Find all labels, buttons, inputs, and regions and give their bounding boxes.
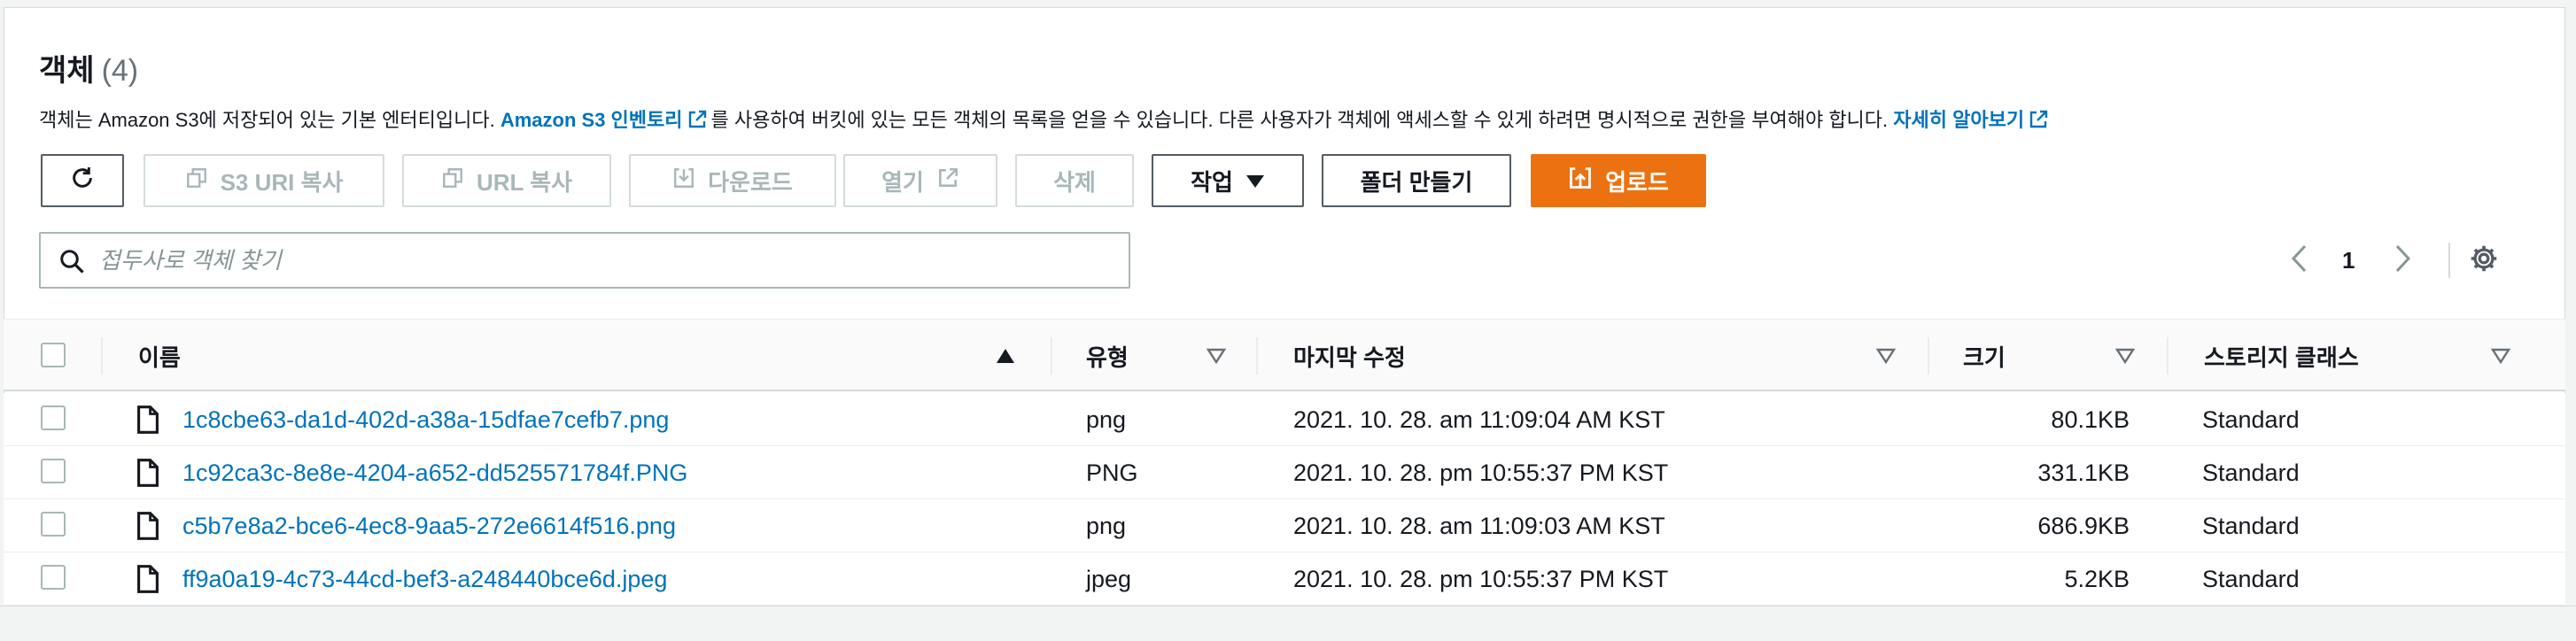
object-modified: 2021. 10. 28. am 11:09:03 AM KST [1293, 512, 1665, 539]
copy-url-label: URL 복사 [476, 168, 573, 196]
create-folder-label: 폴더 만들기 [1360, 168, 1473, 196]
description: 객체는 Amazon S3에 저장되어 있는 기본 엔터티입니다. Amazon… [39, 104, 2052, 135]
actions-label: 작업 [1191, 168, 1233, 196]
pager-divider [2448, 243, 2450, 278]
column-divider [2167, 337, 2169, 375]
row-checkbox[interactable] [41, 565, 66, 590]
next-page-button[interactable] [2392, 232, 2424, 289]
learn-more-link[interactable]: 자세히 알아보기 [1893, 109, 2024, 131]
create-folder-button[interactable]: 폴더 만들기 [1322, 154, 1511, 207]
column-header-storage-class[interactable]: 스토리지 클래스 [2204, 320, 2359, 392]
object-modified: 2021. 10. 28. pm 10:55:37 PM KST [1293, 459, 1669, 486]
page-number-label: 1 [2342, 246, 2355, 274]
table-row[interactable]: 1c8cbe63-da1d-402d-a38a-15dfae7cefb7.png… [4, 393, 2565, 446]
object-modified: 2021. 10. 28. pm 10:55:37 PM KST [1293, 565, 1669, 592]
download-icon [672, 166, 695, 196]
row-checkbox[interactable] [41, 459, 66, 483]
object-type: png [1086, 512, 1127, 539]
object-name-link[interactable]: 1c92ca3c-8e8e-4204-a652-dd525571784f.PNG [182, 446, 687, 499]
select-all-checkbox[interactable] [41, 343, 66, 367]
upload-button[interactable]: 업로드 [1531, 154, 1706, 207]
object-modified: 2021. 10. 28. am 11:09:04 AM KST [1293, 405, 1665, 433]
object-storage-class: Standard [2202, 512, 2300, 539]
column-divider [1928, 337, 1929, 375]
open-button[interactable]: 열기 [843, 154, 997, 207]
file-icon [136, 405, 159, 438]
object-name-link[interactable]: ff9a0a19-4c73-44cd-bef3-a248440bce6d.jpe… [182, 552, 667, 606]
copy-s3-uri-label: S3 URI 복사 [220, 168, 344, 196]
object-storage-class: Standard [2202, 565, 2300, 592]
settings-button[interactable] [2468, 232, 2502, 289]
inventory-link[interactable]: Amazon S3 인벤토리 [500, 109, 683, 131]
refresh-button[interactable] [41, 154, 124, 207]
file-icon [136, 512, 159, 544]
upload-icon [1568, 166, 1593, 197]
search-box [39, 232, 1130, 289]
prev-page-button[interactable] [2289, 232, 2321, 289]
object-name-link[interactable]: 1c8cbe63-da1d-402d-a38a-15dfae7cefb7.png [182, 393, 669, 446]
object-type: PNG [1086, 459, 1138, 486]
copy-url-button[interactable]: URL 복사 [402, 154, 611, 207]
object-storage-class: Standard [2202, 459, 2300, 486]
table-row[interactable]: c5b7e8a2-bce6-4ec8-9aa5-272e6614f516.png… [4, 499, 2565, 552]
copy-icon [185, 166, 208, 196]
delete-label: 삭제 [1053, 168, 1096, 196]
object-type: jpeg [1086, 565, 1132, 592]
upload-label: 업로드 [1605, 168, 1669, 196]
external-link-icon [2028, 109, 2049, 135]
table-header: 이름 유형 마지막 수정 크기 스토리지 클래스 [4, 319, 2565, 391]
row-checkbox[interactable] [41, 405, 66, 430]
sort-ascending-icon[interactable] [996, 348, 1015, 368]
chevron-left-icon [2289, 243, 2310, 278]
page-title: 객체 (4) [39, 46, 138, 89]
refresh-icon [68, 164, 97, 198]
sort-icon[interactable] [1875, 348, 1897, 368]
object-name-link[interactable]: c5b7e8a2-bce6-4ec8-9aa5-272e6614f516.png [182, 499, 676, 552]
search-input[interactable] [99, 241, 1109, 280]
column-divider [1256, 337, 1258, 375]
download-button[interactable]: 다운로드 [629, 154, 836, 207]
open-label: 열기 [881, 168, 924, 196]
description-text-2: 를 사용하여 버킷에 있는 모든 객체의 목록을 얻을 수 있습니다. 다른 사… [710, 109, 1889, 131]
column-divider [101, 337, 103, 375]
object-size: 5.2KB [2064, 565, 2130, 592]
table-row[interactable]: 1c92ca3c-8e8e-4204-a652-dd525571784f.PNG… [4, 446, 2565, 499]
row-checkbox[interactable] [41, 512, 66, 537]
sort-icon[interactable] [2490, 348, 2511, 368]
table-row[interactable]: ff9a0a19-4c73-44cd-bef3-a248440bce6d.jpe… [4, 552, 2565, 606]
file-icon [136, 459, 159, 491]
column-header-modified[interactable]: 마지막 수정 [1293, 320, 1406, 392]
object-size: 80.1KB [2051, 405, 2130, 433]
external-link-icon [936, 166, 959, 196]
column-divider [1051, 337, 1052, 375]
download-label: 다운로드 [708, 168, 793, 196]
object-size: 331.1KB [2037, 459, 2130, 486]
title-text: 객체 [39, 54, 95, 88]
object-count: (4) [101, 54, 139, 88]
object-storage-class: Standard [2202, 405, 2300, 433]
object-type: png [1086, 405, 1127, 433]
sort-icon[interactable] [1206, 348, 1227, 368]
copy-icon [441, 166, 464, 196]
external-link-icon [687, 109, 708, 135]
column-header-size[interactable]: 크기 [1963, 320, 2006, 392]
page-number[interactable]: 1 [2342, 232, 2367, 289]
delete-button[interactable]: 삭제 [1015, 154, 1134, 207]
column-header-type[interactable]: 유형 [1086, 320, 1129, 392]
actions-button[interactable]: 작업 [1152, 154, 1304, 207]
gear-icon [2468, 243, 2500, 279]
copy-s3-uri-button[interactable]: S3 URI 복사 [144, 154, 384, 207]
search-icon [58, 248, 85, 279]
bottom-strip [0, 606, 2576, 641]
caret-down-icon [1245, 167, 1265, 195]
object-size: 686.9KB [2037, 512, 2130, 539]
file-icon [136, 565, 159, 598]
column-header-name[interactable]: 이름 [138, 320, 181, 392]
sort-icon[interactable] [2114, 348, 2136, 368]
description-text-1: 객체는 Amazon S3에 저장되어 있는 기본 엔터티입니다. [39, 109, 495, 131]
chevron-right-icon [2392, 243, 2413, 278]
top-strip [0, 0, 2576, 7]
